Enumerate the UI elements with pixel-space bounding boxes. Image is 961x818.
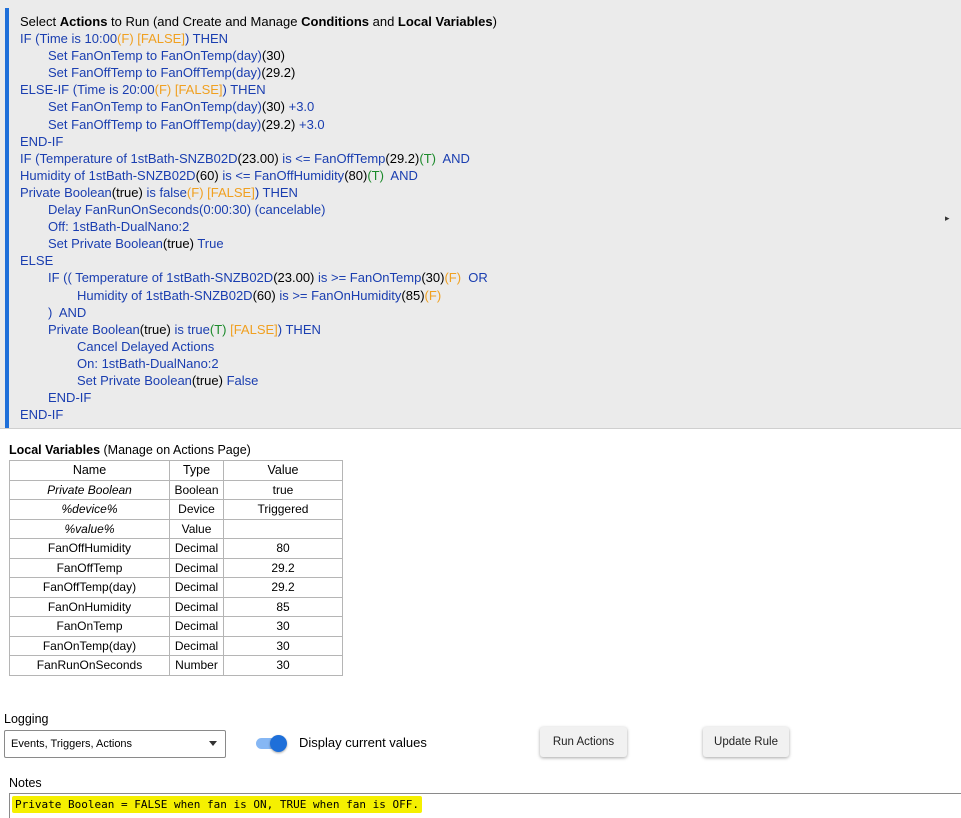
rule-header: Select Actions to Run (and Create and Ma… xyxy=(20,14,497,29)
logging-select-value: Events, Triggers, Actions xyxy=(11,738,133,750)
rule-line[interactable]: ) AND xyxy=(20,304,497,321)
update-rule-button[interactable]: Update Rule xyxy=(703,727,789,757)
column-header-name: Name xyxy=(9,460,170,481)
local-variables-table: Name Type Value Private Boolean Boolean tr… xyxy=(9,460,343,676)
table-row: FanOffTemp Decimal 29.2 xyxy=(9,557,343,578)
rule-line[interactable]: On: 1stBath-DualNano:2 xyxy=(20,355,497,372)
rule-line[interactable]: END-IF xyxy=(20,389,497,406)
rule-line[interactable]: Humidity of 1stBath-SNZB02D(60) is >= Fa… xyxy=(20,287,497,304)
rule-line[interactable]: ELSE xyxy=(20,252,497,269)
rule-line[interactable]: Delay FanRunOnSeconds(0:00:30) (cancelab… xyxy=(20,201,497,218)
display-current-values-label: Display current values xyxy=(299,735,427,750)
notes-label: Notes xyxy=(9,776,42,790)
expand-arrow-icon[interactable]: ▸ xyxy=(945,213,950,224)
table-row: FanOffHumidity Decimal 80 xyxy=(9,538,343,559)
rule-line[interactable]: Set Private Boolean(true) False xyxy=(20,372,497,389)
rule-line[interactable]: IF (( Temperature of 1stBath-SNZB02D(23.… xyxy=(20,269,497,286)
rule-actions-list: Select Actions to Run (and Create and Ma… xyxy=(20,13,497,423)
notes-text[interactable]: Private Boolean = FALSE when fan is ON, … xyxy=(12,796,422,813)
rule-line[interactable]: END-IF xyxy=(20,406,497,423)
caret-down-icon xyxy=(209,741,217,746)
table-row: FanOnTemp(day) Decimal 30 xyxy=(9,635,343,656)
rule-line[interactable]: Set Private Boolean(true) True xyxy=(20,235,497,252)
toggle-knob xyxy=(270,735,287,752)
table-row: Private Boolean Boolean true xyxy=(9,479,343,500)
local-variables-title: Local Variables (Manage on Actions Page) xyxy=(9,443,251,457)
rule-line[interactable]: Cancel Delayed Actions xyxy=(20,338,497,355)
table-row: FanOnHumidity Decimal 85 xyxy=(9,596,343,617)
table-row: %device% Device Triggered xyxy=(9,499,343,520)
rule-line[interactable]: ELSE-IF (Time is 20:00(F) [FALSE]) THEN xyxy=(20,81,497,98)
display-current-values-toggle[interactable] xyxy=(256,735,287,752)
rule-actions-panel[interactable]: Select Actions to Run (and Create and Ma… xyxy=(0,0,961,429)
table-row: FanRunOnSeconds Number 30 xyxy=(9,655,343,676)
rule-line[interactable]: Set FanOnTemp to FanOnTemp(day)(30) xyxy=(20,47,497,64)
table-header-row: Name Type Value xyxy=(9,460,343,481)
rule-line[interactable]: IF (Temperature of 1stBath-SNZB02D(23.00… xyxy=(20,150,497,167)
table-row: FanOffTemp(day) Decimal 29.2 xyxy=(9,577,343,598)
rule-line[interactable]: END-IF xyxy=(20,133,497,150)
rule-line[interactable]: Private Boolean(true) is false(F) [FALSE… xyxy=(20,184,497,201)
rule-line[interactable]: Set FanOnTemp to FanOnTemp(day)(30) +3.0 xyxy=(20,98,497,115)
table-row: FanOnTemp Decimal 30 xyxy=(9,616,343,637)
rule-line[interactable]: Humidity of 1stBath-SNZB02D(60) is <= Fa… xyxy=(20,167,497,184)
rule-line[interactable]: Private Boolean(true) is true(T) [FALSE]… xyxy=(20,321,497,338)
run-actions-button[interactable]: Run Actions xyxy=(540,727,627,757)
table-row: %value% Value xyxy=(9,518,343,539)
rule-line[interactable]: Set FanOffTemp to FanOffTemp(day)(29.2) … xyxy=(20,116,497,133)
logging-label: Logging xyxy=(4,712,49,726)
rule-line[interactable]: Off: 1stBath-DualNano:2 xyxy=(20,218,497,235)
rule-line[interactable]: Set FanOffTemp to FanOffTemp(day)(29.2) xyxy=(20,64,497,81)
column-header-type: Type xyxy=(169,460,224,481)
rule-line[interactable]: IF (Time is 10:00(F) [FALSE]) THEN xyxy=(20,30,497,47)
logging-select[interactable]: Events, Triggers, Actions xyxy=(4,730,226,758)
panel-accent-bar xyxy=(5,8,9,428)
column-header-value: Value xyxy=(223,460,343,481)
